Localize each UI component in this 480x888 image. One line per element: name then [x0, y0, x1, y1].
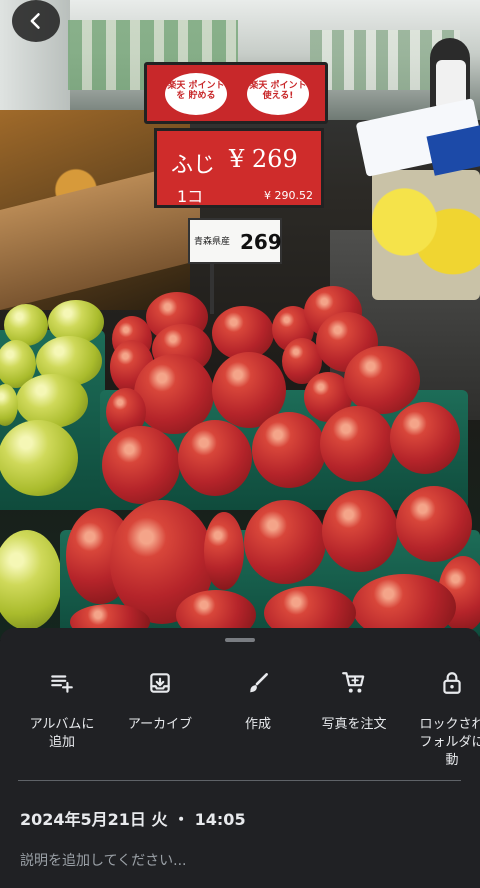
brush-icon — [249, 673, 268, 693]
melon-display — [372, 170, 480, 300]
action-row: アルバムに 追加 アーカイブ 作成 写真を注文 ロックされ フォルダに 動 — [0, 670, 480, 770]
tax-in-price: ¥ 290.52 — [264, 189, 313, 202]
red-apple — [252, 412, 326, 488]
locked-folder-label: ロックされ フォルダに 動 — [419, 717, 480, 768]
product-name: ふじ — [171, 153, 216, 178]
red-apple — [178, 420, 252, 496]
create-label: 作成 — [244, 717, 271, 732]
create-button[interactable]: 作成 — [210, 670, 306, 734]
red-apple — [396, 486, 472, 562]
photo-details-sheet: アルバムに 追加 アーカイブ 作成 写真を注文 ロックされ フォルダに 動 20… — [0, 628, 480, 888]
red-apple — [344, 346, 420, 414]
order-photo-button[interactable]: 写真を注文 — [306, 670, 402, 734]
red-apple — [390, 402, 460, 474]
move-to-locked-folder-button[interactable]: ロックされ フォルダに 動 — [404, 670, 480, 770]
photo-view[interactable]: 楽天 ポイントを 貯める 楽天 ポイント 使える! ふじ ¥ 269 1コ ¥ … — [0, 0, 480, 640]
archive-button[interactable]: アーカイブ — [112, 670, 208, 734]
price-tag-value: 269 — [240, 230, 282, 254]
product-price: ¥ 269 — [229, 145, 298, 173]
archive-label: アーカイブ — [127, 717, 193, 732]
sign-pole — [210, 264, 214, 314]
playlist-add-icon — [51, 675, 73, 693]
photo-datetime[interactable]: 2024年5月21日 火 ・ 14:05 — [20, 806, 246, 830]
price-tag: 青森県産 269 — [188, 218, 282, 264]
cart-icon — [342, 672, 365, 693]
points-badge: 楽天 ポイント 使える! — [247, 73, 309, 115]
product-unit: 1コ — [177, 187, 204, 206]
price-sign: ふじ ¥ 269 1コ ¥ 290.52 — [154, 128, 324, 208]
sheet-divider — [18, 780, 461, 781]
add-to-album-button[interactable]: アルバムに 追加 — [14, 670, 110, 752]
back-button[interactable] — [12, 0, 60, 42]
add-to-album-label: アルバムに 追加 — [29, 717, 95, 750]
sheet-drag-handle[interactable] — [225, 638, 255, 642]
red-apple — [320, 406, 394, 482]
red-apple — [102, 426, 180, 504]
green-apple — [0, 530, 62, 630]
arrow-left-icon — [30, 13, 40, 29]
origin-label: 青森県産 — [194, 237, 231, 247]
green-apple — [0, 420, 78, 496]
green-apple — [16, 374, 88, 428]
lock-icon — [443, 672, 461, 694]
points-sign: 楽天 ポイントを 貯める 楽天 ポイント 使える! — [144, 62, 328, 124]
red-apple — [322, 490, 398, 572]
points-badge: 楽天 ポイントを 貯める — [165, 73, 227, 115]
archive-icon — [150, 673, 170, 693]
red-apple — [204, 512, 244, 590]
description-input[interactable]: 説明を追加してください... — [20, 850, 187, 870]
red-apple — [244, 500, 326, 584]
order-photo-label: 写真を注文 — [321, 717, 387, 732]
